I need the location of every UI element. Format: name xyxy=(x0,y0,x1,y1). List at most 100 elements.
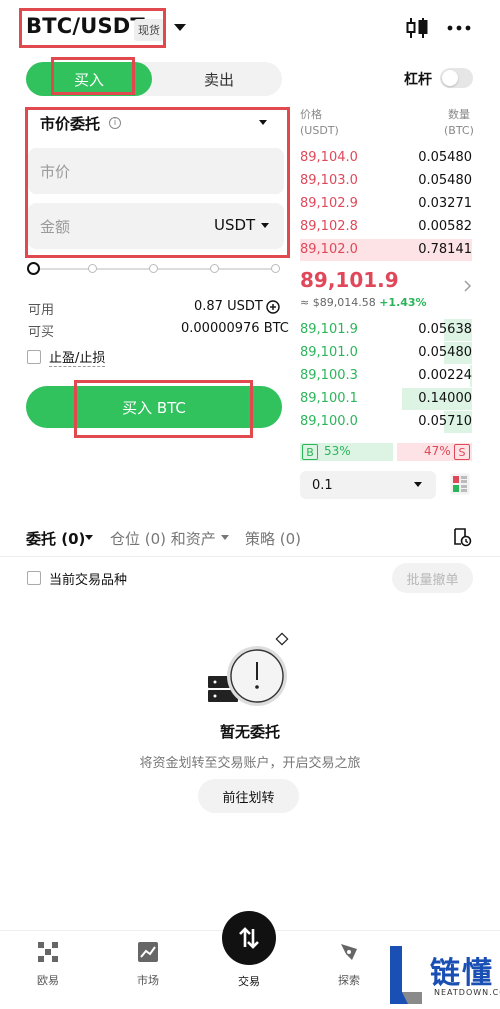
amount-slider-handle[interactable] xyxy=(27,262,40,275)
trade-fab-button[interactable] xyxy=(222,911,276,965)
bid-price: 89,100.0 xyxy=(300,414,358,429)
ob-price-header: 价格 xyxy=(300,108,322,121)
chart-icon xyxy=(138,942,158,962)
okx-logo-icon xyxy=(38,942,58,962)
add-funds-icon[interactable] xyxy=(266,300,280,314)
price-field[interactable]: 市价 xyxy=(28,148,284,194)
explore-icon xyxy=(341,944,357,960)
price-change: +1.43% xyxy=(379,296,427,309)
ask-price: 89,102.0 xyxy=(300,242,358,257)
bid-qty: 0.00224 xyxy=(418,368,472,383)
slider-stop-75[interactable] xyxy=(210,264,219,273)
nav-label-okx: 欧易 xyxy=(37,974,59,987)
current-pair-checkbox[interactable] xyxy=(27,571,41,585)
ask-row[interactable]: 89,102.9 0.03271 xyxy=(300,193,472,215)
ask-qty: 0.03271 xyxy=(418,196,472,211)
watermark-logo-icon xyxy=(390,946,422,1004)
bid-row[interactable]: 89,100.0 0.05710 xyxy=(300,411,472,433)
positions-dropdown-icon[interactable] xyxy=(221,535,229,540)
tab-orders[interactable]: 委托 (0) xyxy=(26,528,85,549)
go-transfer-button[interactable]: 前往划转 xyxy=(198,779,299,813)
step-dropdown-icon[interactable] xyxy=(414,482,422,487)
slider-stop-25[interactable] xyxy=(88,264,97,273)
tabs-divider xyxy=(0,556,500,557)
buy-ratio: 53% xyxy=(324,444,351,458)
bid-qty: 0.05480 xyxy=(418,345,472,360)
buy-sell-ratio-bar: B 53% 47% S xyxy=(300,443,472,461)
price-step-value: 0.1 xyxy=(312,477,333,493)
empty-title: 暂无委托 xyxy=(219,723,280,741)
market-type-badge: 现货 xyxy=(134,19,164,41)
bid-row[interactable]: 89,100.1 0.14000 xyxy=(300,388,472,410)
ask-price: 89,104.0 xyxy=(300,150,358,165)
chevron-right-icon[interactable] xyxy=(464,280,472,292)
info-icon[interactable]: i xyxy=(109,117,121,129)
more-icon[interactable] xyxy=(446,24,472,32)
ask-qty: 0.05480 xyxy=(418,173,472,188)
sell-badge: S xyxy=(454,444,470,460)
ask-qty: 0.78141 xyxy=(418,242,472,257)
ask-row[interactable]: 89,104.0 0.05480 xyxy=(300,147,472,169)
sell-ratio: 47% xyxy=(424,444,451,458)
ob-qty-unit: (BTC) xyxy=(444,124,474,137)
tab-positions-assets[interactable]: 仓位 (0) 和资产 xyxy=(110,528,216,549)
orders-dropdown-icon[interactable] xyxy=(85,535,93,540)
ob-price-unit: (USDT) xyxy=(300,124,339,137)
sell-tab[interactable]: 卖出 xyxy=(156,62,282,96)
nav-item-okx[interactable]: 欧易 xyxy=(18,941,78,988)
ask-qty: 0.05480 xyxy=(418,150,472,165)
ask-qty: 0.00582 xyxy=(418,219,472,234)
orderbook-layout-icon[interactable] xyxy=(450,473,470,495)
tab-strategies[interactable]: 策略 (0) xyxy=(245,528,301,549)
slider-stop-100[interactable] xyxy=(271,264,280,273)
order-history-icon[interactable] xyxy=(452,527,472,547)
leverage-toggle-knob xyxy=(442,70,458,86)
ask-row[interactable]: 89,102.0 0.78141 xyxy=(300,239,472,261)
price-placeholder: 市价 xyxy=(40,162,71,181)
tp-sl-label[interactable]: 止盈/止损 xyxy=(49,347,106,367)
ask-row[interactable]: 89,103.0 0.05480 xyxy=(300,170,472,192)
index-price-value: ≈ $89,014.58 xyxy=(300,296,376,309)
bid-price: 89,101.9 xyxy=(300,322,358,337)
empty-orders-illustration xyxy=(208,632,289,706)
slider-stop-50[interactable] xyxy=(149,264,158,273)
candlestick-chart-icon[interactable] xyxy=(405,16,429,40)
nav-item-market[interactable]: 市场 xyxy=(118,941,178,988)
ask-price: 89,102.9 xyxy=(300,196,358,211)
nav-label-market: 市场 xyxy=(137,974,159,987)
bid-qty: 0.05710 xyxy=(418,414,472,429)
trade-swap-icon xyxy=(239,927,259,949)
nav-label-trade: 交易 xyxy=(238,975,260,988)
buy-tab[interactable]: 买入 xyxy=(26,62,152,96)
nav-item-trade[interactable]: 交易 xyxy=(219,973,279,989)
ask-price: 89,102.8 xyxy=(300,219,358,234)
available-label: 可用 xyxy=(28,303,55,318)
ask-price: 89,103.0 xyxy=(300,173,358,188)
bid-qty: 0.05638 xyxy=(418,322,472,337)
current-pair-label: 当前交易品种 xyxy=(49,573,128,588)
can-buy-value: 0.00000976 BTC xyxy=(181,321,289,336)
bid-qty: 0.14000 xyxy=(418,391,472,406)
index-price: ≈ $89,014.58 +1.43% xyxy=(300,296,427,309)
bid-row[interactable]: 89,100.3 0.00224 xyxy=(300,365,472,387)
nav-item-explore[interactable]: 探索 xyxy=(319,941,379,988)
pair-dropdown-icon[interactable] xyxy=(174,24,186,31)
order-type-select[interactable]: 市价委托 xyxy=(40,113,100,134)
buy-badge: B xyxy=(302,444,318,460)
bid-row[interactable]: 89,101.9 0.05638 xyxy=(300,319,472,341)
bid-price: 89,100.1 xyxy=(300,391,358,406)
order-type-dropdown-icon[interactable] xyxy=(259,120,267,125)
pair-title[interactable]: BTC/USDT xyxy=(26,14,145,38)
leverage-label: 杠杆 xyxy=(404,72,432,88)
batch-cancel-button[interactable]: 批量撤单 xyxy=(392,563,473,593)
buy-btc-button[interactable]: 买入 BTC xyxy=(26,386,282,428)
ob-qty-header: 数量 xyxy=(448,108,470,121)
bid-row[interactable]: 89,101.0 0.05480 xyxy=(300,342,472,364)
amount-unit-dropdown-icon[interactable] xyxy=(261,223,269,228)
watermark-text: 链懂 xyxy=(430,956,494,991)
amount-unit-select[interactable]: USDT xyxy=(214,216,255,234)
watermark-subtext: NEATDOWN.COM xyxy=(434,988,500,997)
ask-row[interactable]: 89,102.8 0.00582 xyxy=(300,216,472,238)
amount-placeholder: 金额 xyxy=(40,217,71,236)
tp-sl-checkbox[interactable] xyxy=(27,350,41,364)
